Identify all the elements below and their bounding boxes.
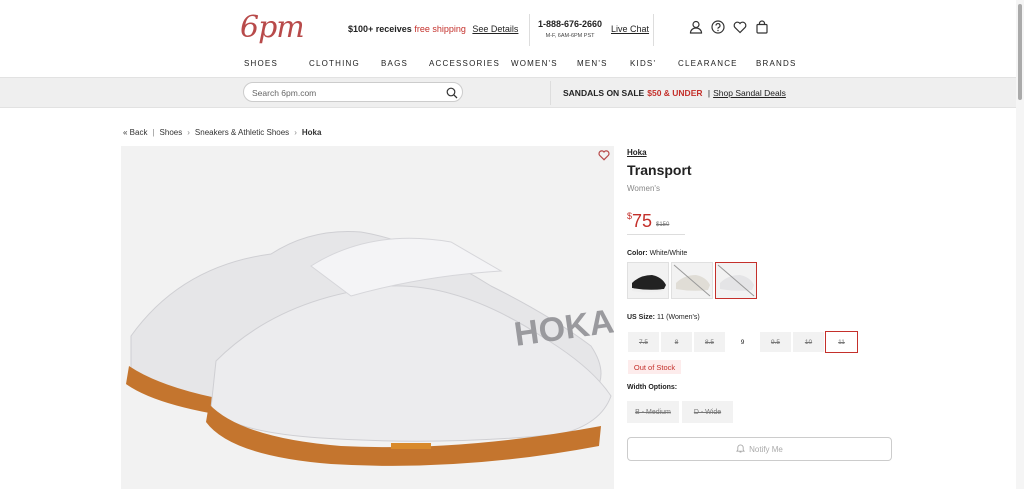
breadcrumb-shoes[interactable]: Shoes <box>160 128 183 137</box>
color-label: Color: White/White <box>627 250 688 257</box>
chevron-right-icon: › <box>187 128 190 137</box>
breadcrumb-separator: | <box>152 128 155 137</box>
size-options: 7.5 8 8.5 9 9.5 10 11 <box>627 331 858 353</box>
live-chat-link[interactable]: Live Chat <box>611 24 649 34</box>
help-icon[interactable] <box>711 20 725 34</box>
heart-icon[interactable] <box>733 20 747 34</box>
price-value: 75 <box>632 211 653 231</box>
shipping-promo: $100+ receives free shipping See Details <box>348 24 518 34</box>
product-gender: Women's <box>627 184 660 193</box>
size-value: 11 (Women's) <box>656 314 700 321</box>
width-options: B - Medium D - Wide <box>627 401 733 423</box>
back-link[interactable]: « Back <box>123 128 147 137</box>
chevron-right-icon: › <box>294 128 297 137</box>
size-option[interactable]: 10 <box>792 331 825 353</box>
nav-item-mens[interactable]: MEN'S <box>577 59 630 68</box>
site-logo[interactable]: 6pm <box>240 10 305 45</box>
main-nav: SHOES CLOTHING BAGS ACCESSORIES WOMEN'S … <box>244 59 797 68</box>
sale-highlight: $50 & UNDER <box>647 88 703 98</box>
search-bar-strip <box>0 77 1016 108</box>
product-name: Transport <box>627 162 692 178</box>
header-icons <box>689 20 769 34</box>
shop-sandal-deals-link[interactable]: Shop Sandal Deals <box>713 88 786 98</box>
sale-banner: SANDALS ON SALE $50 & UNDER | Shop Sandal … <box>563 88 786 98</box>
phone-number[interactable]: 1-888-676-2660 <box>538 19 602 29</box>
notify-me-button[interactable]: Notify Me <box>627 437 892 461</box>
size-option-selected[interactable]: 11 <box>825 331 858 353</box>
nav-item-shoes[interactable]: SHOES <box>244 59 309 68</box>
nav-item-brands[interactable]: BRANDS <box>756 59 797 68</box>
breadcrumb: « Back | Shoes › Sneakers & Athletic Sho… <box>123 128 321 137</box>
color-swatch-black[interactable] <box>627 262 669 299</box>
breadcrumb-sneakers[interactable]: Sneakers & Athletic Shoes <box>195 128 289 137</box>
search-input[interactable]: Search 6pm.com <box>243 82 463 102</box>
see-details-link[interactable]: See Details <box>472 24 518 34</box>
brand-link[interactable]: Hoka <box>627 148 647 157</box>
nav-item-clearance[interactable]: CLEARANCE <box>678 59 756 68</box>
promo-highlight: free shipping <box>414 24 466 34</box>
scrollbar-thumb[interactable] <box>1018 4 1022 100</box>
wishlist-heart-icon[interactable] <box>598 148 610 161</box>
size-option[interactable]: 8 <box>660 331 693 353</box>
notify-me-label: Notify Me <box>749 444 783 454</box>
product-image[interactable]: HOKA <box>121 146 616 489</box>
bar-divider <box>550 81 551 105</box>
size-option[interactable]: 9 <box>726 331 759 353</box>
size-label: US Size: 11 (Women's) <box>627 314 700 321</box>
size-option[interactable]: 9.5 <box>759 331 792 353</box>
promo-text: $100+ receives <box>348 24 412 34</box>
phone-hours: M-F, 6AM-6PM PST <box>545 33 595 39</box>
width-label: Width Options: <box>627 384 678 391</box>
search-icon[interactable] <box>446 86 458 99</box>
width-option-medium[interactable]: B - Medium <box>627 401 679 423</box>
color-swatch-white-white-selected[interactable] <box>715 262 757 299</box>
sale-text: SANDALS ON SALE <box>563 88 645 98</box>
nav-item-clothing[interactable]: CLOTHING <box>309 59 381 68</box>
nav-item-bags[interactable]: BAGS <box>381 59 429 68</box>
original-price: $150 <box>656 222 670 228</box>
price-divider <box>627 234 685 235</box>
color-value: White/White <box>649 250 688 257</box>
bell-icon <box>736 443 746 455</box>
account-icon[interactable] <box>689 20 703 34</box>
header-divider <box>529 14 530 46</box>
bag-icon[interactable] <box>755 20 769 34</box>
width-option-wide[interactable]: D - Wide <box>682 401 733 423</box>
product-price: $75 <box>627 211 652 232</box>
nav-item-accessories[interactable]: ACCESSORIES <box>429 59 511 68</box>
phone-block: 1-888-676-2660 M-F, 6AM-6PM PST <box>538 18 602 42</box>
nav-item-womens[interactable]: WOMEN'S <box>511 59 577 68</box>
sneaker-illustration: HOKA <box>126 231 616 466</box>
size-option[interactable]: 7.5 <box>627 331 660 353</box>
page: 6pm $100+ receives free shipping See Det… <box>0 0 1024 489</box>
size-option[interactable]: 8.5 <box>693 331 726 353</box>
sale-separator: | <box>707 88 711 98</box>
color-swatch-white-slash[interactable] <box>671 262 713 299</box>
out-of-stock-badge: Out of Stock <box>628 360 681 374</box>
header-divider <box>653 14 654 46</box>
breadcrumb-hoka: Hoka <box>301 128 322 137</box>
nav-item-kids[interactable]: KIDS' <box>630 59 678 68</box>
